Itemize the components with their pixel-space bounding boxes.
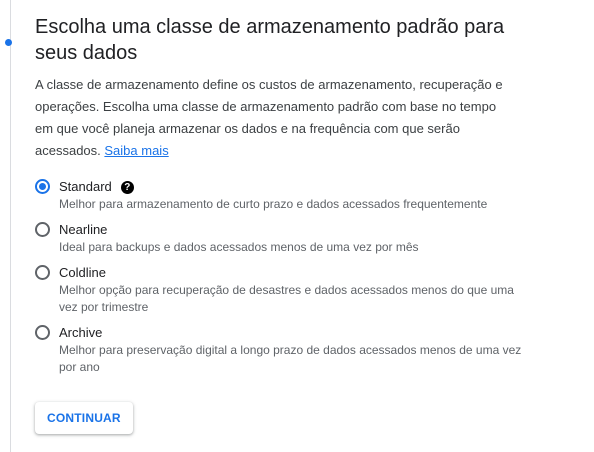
continue-button[interactable]: CONTINUAR — [35, 402, 133, 434]
option-nearline[interactable]: Nearline Ideal para backups e dados aces… — [35, 221, 555, 256]
option-coldline-description: Melhor opção para recuperação de desastr… — [59, 283, 514, 314]
radio-archive[interactable] — [35, 325, 50, 340]
option-standard-label: Standard — [59, 179, 112, 194]
step-description: A classe de armazenamento define os cust… — [35, 74, 515, 162]
option-standard[interactable]: Standard? Melhor para armazenamento de c… — [35, 178, 555, 213]
step-title: Escolha uma classe de armazenamento padr… — [35, 16, 505, 64]
option-coldline-label: Coldline — [59, 265, 106, 280]
option-archive[interactable]: Archive Melhor para preservação digital … — [35, 324, 555, 376]
storage-class-step: Escolha uma classe de armazenamento padr… — [0, 0, 594, 452]
option-standard-description: Melhor para armazenamento de curto prazo… — [59, 197, 488, 211]
radio-nearline[interactable] — [35, 222, 50, 237]
radio-coldline[interactable] — [35, 265, 50, 280]
option-nearline-description: Ideal para backups e dados acessados men… — [59, 240, 419, 254]
option-archive-label: Archive — [59, 325, 103, 340]
storage-class-radio-group: Standard? Melhor para armazenamento de c… — [35, 178, 555, 376]
question-circle-icon[interactable]: ? — [120, 181, 134, 194]
stepper-active-dot — [5, 39, 12, 46]
step-content: Escolha uma classe de armazenamento padr… — [35, 14, 555, 434]
option-coldline[interactable]: Coldline Melhor opção para recuperação d… — [35, 264, 555, 316]
option-nearline-label: Nearline — [59, 222, 108, 237]
learn-more-link[interactable]: Saiba mais — [104, 143, 168, 158]
stepper-line — [10, 0, 11, 452]
option-archive-description: Melhor para preservação digital a longo … — [59, 343, 522, 374]
radio-standard[interactable] — [35, 179, 50, 194]
